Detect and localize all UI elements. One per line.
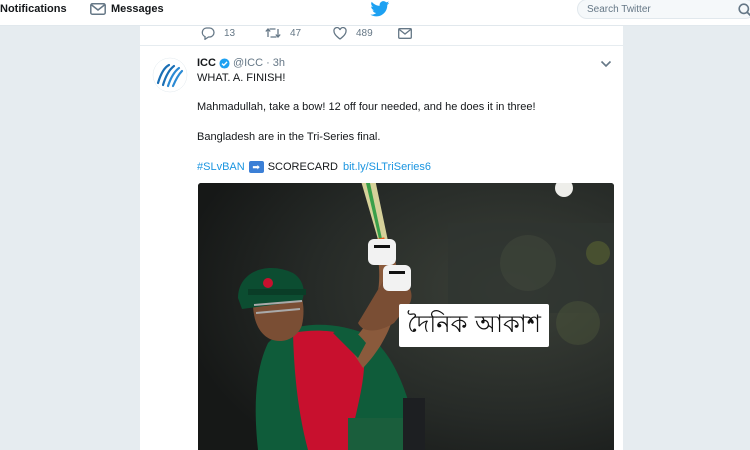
like-button[interactable]: 489 [333, 26, 373, 40]
like-count: 489 [356, 27, 373, 39]
direct-message-icon [398, 27, 412, 39]
previous-tweet-actions: 13 47 489 [140, 26, 623, 46]
search-icon[interactable] [738, 3, 750, 17]
tweet-timestamp[interactable]: 3h [273, 57, 285, 69]
separator-dot: · [266, 57, 270, 69]
tweet-header: ICC @ICC · 3h [197, 56, 285, 70]
heart-icon [333, 26, 347, 40]
nav-notifications-label: Notifications [0, 3, 67, 15]
search-input[interactable] [587, 3, 727, 15]
hashtag-link[interactable]: #SLvBAN [197, 161, 245, 173]
tweet-text-line-3: Bangladesh are in the Tri-Series final. [197, 131, 381, 143]
tweet-text-line-2: Mahmadullah, take a bow! 12 off four nee… [197, 101, 536, 113]
watermark-logo-text: দৈনিক আকাশ [407, 309, 541, 338]
verified-badge-icon [219, 57, 230, 69]
nav-notifications[interactable]: Notifications [0, 0, 67, 18]
arrow-right-emoji: ➡ [248, 161, 264, 173]
nav-messages[interactable]: Messages [90, 0, 164, 18]
retweet-button[interactable]: 47 [265, 26, 301, 40]
direct-message-button[interactable] [398, 26, 421, 40]
scorecard-link[interactable]: bit.ly/SLTriSeries6 [343, 161, 431, 173]
author-name[interactable]: ICC [197, 57, 216, 69]
nav-messages-label: Messages [111, 3, 164, 15]
scorecard-label: SCORECARD [267, 161, 338, 173]
tweet-text-line-4: #SLvBAN ➡ SCORECARD bit.ly/SLTriSeries6 [197, 161, 431, 173]
twitter-bird-icon[interactable] [370, 1, 390, 17]
tweet[interactable]: ICC @ICC · 3h WHAT. A. FINISH! Mahmadull… [140, 47, 623, 450]
envelope-icon [90, 3, 106, 15]
reply-button[interactable]: 13 [201, 26, 235, 40]
retweet-count: 47 [290, 27, 302, 39]
timeline-card: 13 47 489 ICC @ICC · 3h WHAT. A. FINISH!… [140, 26, 623, 450]
top-navigation-bar: Notifications Messages [0, 0, 750, 26]
author-handle[interactable]: @ICC [233, 57, 263, 69]
icc-logo [152, 57, 188, 93]
tweet-text-line-1: WHAT. A. FINISH! [197, 72, 286, 84]
tweet-photo[interactable]: দৈনিক আকাশ [198, 183, 614, 450]
search-box[interactable] [577, 0, 750, 19]
avatar[interactable] [152, 57, 188, 93]
retweet-icon [265, 28, 281, 38]
caret-down-icon[interactable] [600, 60, 612, 68]
reply-icon [201, 26, 215, 40]
reply-count: 13 [224, 27, 236, 39]
watermark-logo: দৈনিক আকাশ [399, 304, 549, 347]
